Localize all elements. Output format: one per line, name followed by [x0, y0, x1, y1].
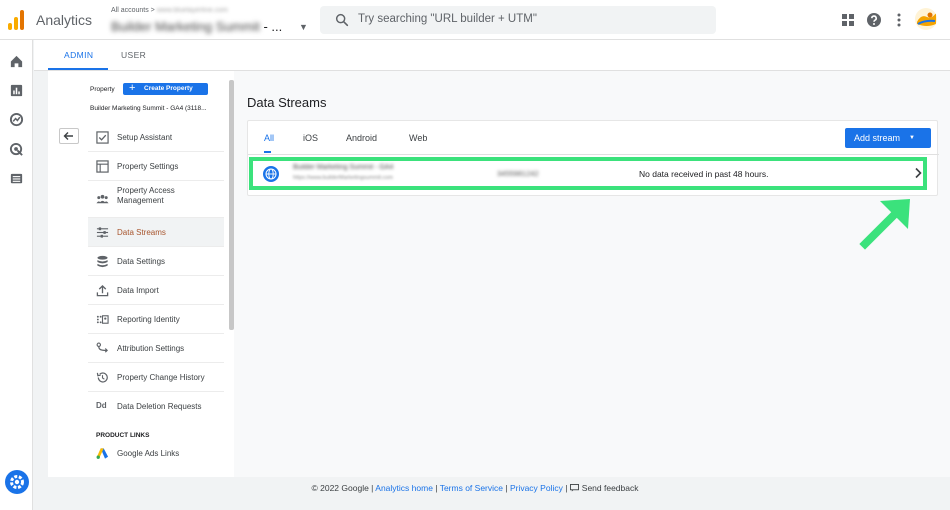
- divider: [248, 154, 939, 155]
- globe-icon: [263, 166, 279, 182]
- tab-web[interactable]: Web: [409, 133, 427, 143]
- plus-icon: +: [129, 82, 136, 94]
- analytics-logo-icon[interactable]: [8, 10, 26, 30]
- product-links-heading: PRODUCT LINKS: [96, 432, 150, 439]
- search-icon: [335, 13, 349, 27]
- terms-of-service-link[interactable]: Terms of Service: [440, 483, 503, 493]
- reports-icon[interactable]: [9, 83, 24, 98]
- stream-row[interactable]: Builder Marketing Summit - GA4 https://w…: [249, 157, 927, 190]
- upload-icon: [96, 284, 109, 297]
- analytics-home-link[interactable]: Analytics home: [375, 483, 433, 493]
- stream-name: Builder Marketing Summit - GA4: [293, 164, 394, 171]
- google-ads-icon: [96, 448, 109, 459]
- caret-down-icon[interactable]: ▼: [299, 22, 308, 32]
- app-title[interactable]: Analytics: [36, 12, 92, 28]
- streams-icon: [96, 227, 109, 238]
- menu-item-property-access-management[interactable]: Property Access Management: [88, 181, 224, 218]
- avatar[interactable]: [915, 8, 937, 30]
- history-icon: [96, 372, 108, 383]
- menu-item-property-change-history[interactable]: Property Change History: [88, 363, 224, 392]
- property-selector[interactable]: Builder Marketing Summit - ...: [111, 19, 282, 34]
- property-label: Property: [90, 86, 115, 93]
- dd-icon: Dd: [96, 401, 107, 410]
- back-button[interactable]: [59, 128, 79, 144]
- tab-user[interactable]: USER: [121, 50, 146, 60]
- menu-item-property-settings[interactable]: Property Settings: [88, 152, 224, 181]
- search-placeholder: Try searching "URL builder + UTM": [358, 13, 537, 25]
- admin-tabs: ADMIN USER: [34, 40, 950, 71]
- checkbox-icon: [96, 131, 109, 144]
- feedback-icon: [569, 484, 579, 492]
- menu-item-setup-assistant[interactable]: Setup Assistant: [88, 123, 224, 152]
- nav-rail: [0, 40, 33, 510]
- avatar-image-icon: [917, 12, 936, 26]
- stream-status: No data received in past 48 hours.: [639, 169, 769, 179]
- tab-indicator: [48, 68, 108, 70]
- help-icon[interactable]: [866, 12, 882, 28]
- tab-admin[interactable]: ADMIN: [64, 50, 93, 60]
- annotation-arrow-icon: [859, 199, 910, 250]
- settings-panel-icon: [96, 160, 109, 173]
- tab-all[interactable]: All: [264, 133, 274, 143]
- page-title: Data Streams: [247, 95, 327, 110]
- people-icon: [96, 194, 109, 204]
- more-vert-icon[interactable]: [891, 12, 907, 28]
- privacy-policy-link[interactable]: Privacy Policy: [510, 483, 563, 493]
- home-icon[interactable]: [9, 54, 24, 69]
- database-icon: [97, 255, 108, 268]
- stream-url: https://www.builderMarketingsummit.com: [293, 175, 393, 181]
- stream-id: 3455981242: [497, 169, 539, 178]
- tab-ios[interactable]: iOS: [303, 133, 318, 143]
- footer: © 2022 Google | Analytics home | Terms o…: [311, 483, 639, 493]
- scrollbar[interactable]: [229, 80, 234, 330]
- tab-android[interactable]: Android: [346, 133, 377, 143]
- menu-item-google-ads-links[interactable]: Google Ads Links: [88, 439, 224, 468]
- copyright: © 2022 Google: [311, 483, 369, 493]
- add-stream-button[interactable]: Add stream ▼: [845, 128, 931, 148]
- search-bar[interactable]: Try searching "URL builder + UTM": [320, 6, 716, 34]
- create-property-button[interactable]: + Create Property: [123, 82, 208, 95]
- advertising-icon[interactable]: [9, 142, 24, 157]
- top-bar: Analytics All accounts > www.bluelayerli…: [0, 0, 950, 40]
- property-column: Property + Create Property Builder Marke…: [48, 71, 234, 477]
- menu-item-data-settings[interactable]: Data Settings: [88, 247, 224, 276]
- menu-item-data-deletion-requests[interactable]: Dd Data Deletion Requests: [88, 392, 224, 421]
- chevron-right-icon[interactable]: [913, 167, 923, 179]
- property-subtitle: Builder Marketing Summit - GA4 (3118...: [90, 105, 207, 112]
- configure-icon[interactable]: [9, 171, 24, 186]
- tab-indicator: [264, 151, 271, 153]
- apps-grid-icon[interactable]: [840, 12, 856, 28]
- arrow-left-icon: [63, 132, 73, 140]
- menu-item-data-streams[interactable]: Data Streams: [88, 218, 224, 247]
- caret-down-icon: ▼: [909, 135, 915, 141]
- explore-icon[interactable]: [9, 112, 24, 127]
- menu-item-attribution-settings[interactable]: Attribution Settings: [88, 334, 224, 363]
- identity-icon: [96, 315, 109, 324]
- account-breadcrumb[interactable]: All accounts > www.bluelayerline.com: [111, 7, 228, 14]
- menu-item-reporting-identity[interactable]: Reporting Identity: [88, 305, 224, 334]
- attribution-icon: [96, 342, 108, 353]
- menu-item-data-import[interactable]: Data Import: [88, 276, 224, 305]
- send-feedback-link[interactable]: Send feedback: [569, 483, 639, 493]
